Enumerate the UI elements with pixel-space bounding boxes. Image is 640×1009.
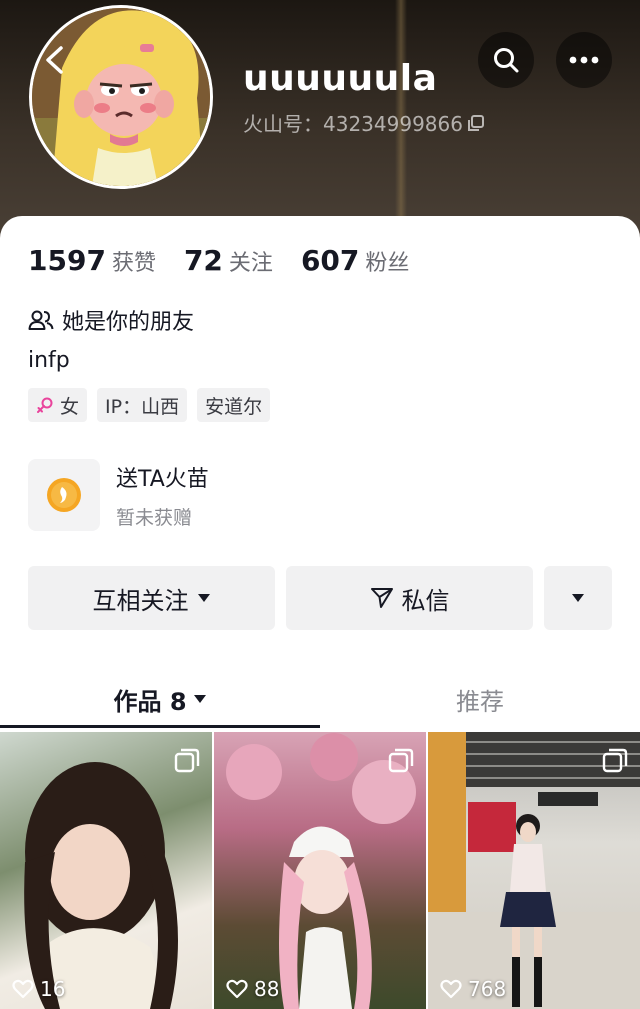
caret-down-icon <box>193 695 206 703</box>
stat-followers[interactable]: 607 粉丝 <box>301 244 409 277</box>
multi-image-icon <box>388 748 414 773</box>
post-thumbnail[interactable]: 16 <box>0 732 212 1009</box>
mutual-follow-button[interactable]: 互相关注 <box>28 566 275 630</box>
relation-row: 她是你的朋友 <box>28 304 194 336</box>
user-id-row: 火山号：43234999866 <box>243 108 485 137</box>
stat-likes[interactable]: 1597 获赞 <box>28 244 156 277</box>
action-buttons: 互相关注 私信 <box>28 566 612 630</box>
heart-icon <box>440 979 462 999</box>
caret-down-icon <box>572 594 584 602</box>
more-actions-dropdown[interactable] <box>544 566 612 630</box>
gift-title: 送TA火苗 <box>116 466 209 492</box>
mutual-follow-label: 互相关注 <box>92 586 189 615</box>
stat-following[interactable]: 72 关注 <box>184 244 273 277</box>
gender-text: 女 <box>60 395 80 418</box>
ip-tag: IP：山西 <box>97 388 188 422</box>
send-icon <box>370 588 393 608</box>
post-likes: 88 <box>226 977 279 1001</box>
gift-icon-box <box>28 459 100 531</box>
more-button[interactable] <box>556 32 612 88</box>
stat-value: 1597 <box>28 244 106 277</box>
location-tag: 安道尔 <box>197 388 271 422</box>
avatar[interactable] <box>29 5 213 189</box>
post-likes: 16 <box>12 977 65 1001</box>
stat-value: 72 <box>183 244 223 277</box>
avatar-illustration <box>32 8 210 186</box>
active-tab-indicator <box>0 725 320 728</box>
stat-label: 关注 <box>228 251 273 276</box>
friends-icon <box>28 310 54 330</box>
caret-down-icon <box>197 594 210 602</box>
message-button[interactable]: 私信 <box>286 566 533 630</box>
post-thumbnail[interactable]: 88 <box>214 732 426 1009</box>
gift-flame-entry[interactable]: 送TA火苗 暂未获赠 <box>28 459 209 531</box>
multi-image-icon <box>174 748 200 773</box>
post-grid: 16 88 768 <box>0 732 640 1009</box>
stat-label: 获赞 <box>111 251 156 276</box>
copy-icon[interactable] <box>467 114 485 132</box>
post-thumbnail[interactable]: 768 <box>428 732 640 1009</box>
multi-image-icon <box>602 748 628 773</box>
tag-list: 女 IP：山西 安道尔 <box>28 388 271 422</box>
tab-recommend[interactable]: 推荐 <box>320 666 640 732</box>
post-likes-count: 768 <box>468 977 507 1001</box>
post-likes-count: 88 <box>254 977 280 1001</box>
stats-row: 1597 获赞 72 关注 607 粉丝 <box>28 244 437 277</box>
heart-icon <box>226 979 248 999</box>
message-label: 私信 <box>401 586 450 615</box>
relation-text: 她是你的朋友 <box>62 310 195 335</box>
gender-tag: 女 <box>28 388 88 422</box>
search-button[interactable] <box>478 32 534 88</box>
gift-text: 送TA火苗 暂未获赠 <box>116 461 209 530</box>
bio: infp <box>28 348 70 373</box>
content-tabs: 作品 8 推荐 <box>0 666 640 732</box>
search-icon <box>494 48 519 73</box>
tab-works-label: 作品 8 <box>113 687 187 716</box>
profile-header: uuuuuula 火山号：43234999866 <box>0 0 640 240</box>
chevron-left-icon <box>46 46 63 74</box>
back-button[interactable] <box>36 40 72 80</box>
flame-coin-icon <box>47 478 81 512</box>
user-id-text: 火山号：43234999866 <box>243 112 463 136</box>
tab-works[interactable]: 作品 8 <box>0 666 320 732</box>
gift-subtitle: 暂未获赠 <box>116 506 193 529</box>
post-likes-count: 16 <box>40 977 66 1001</box>
female-icon <box>37 397 53 413</box>
profile-card: 1597 获赞 72 关注 607 粉丝 她是你的朋友 infp 女 IP：山西… <box>0 216 640 1009</box>
username: uuuuuula <box>243 58 438 99</box>
stat-label: 粉丝 <box>365 251 410 276</box>
post-likes: 768 <box>440 977 506 1001</box>
heart-icon <box>12 979 34 999</box>
stat-value: 607 <box>300 244 360 277</box>
more-dots-icon <box>569 56 599 64</box>
tab-recommend-label: 推荐 <box>456 687 504 716</box>
